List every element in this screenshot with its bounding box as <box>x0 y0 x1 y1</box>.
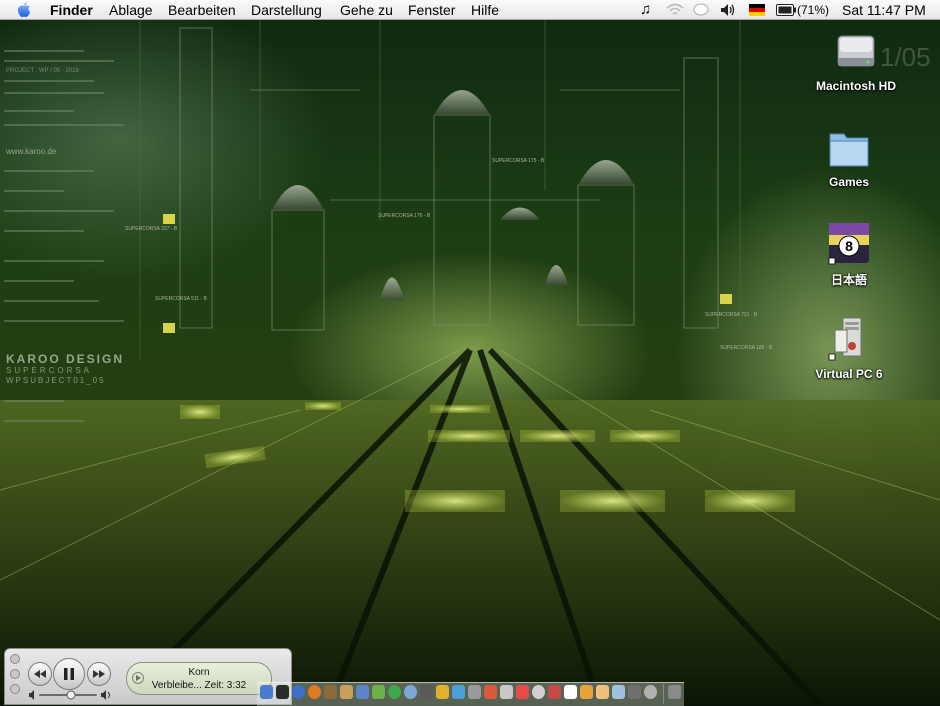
apple-menu-icon[interactable] <box>17 2 31 18</box>
document-icon[interactable] <box>564 685 577 699</box>
menu-ablage[interactable]: Ablage <box>109 1 153 19</box>
wallpaper-tag: SUPERCORSA 186 - B <box>720 345 773 351</box>
wallpaper-sub1: SUPERCORSA <box>6 366 93 375</box>
language-alias-icon: 8 <box>828 223 869 265</box>
menu-clock[interactable]: Sat 11:47 PM <box>842 1 926 19</box>
app-icon[interactable] <box>580 685 593 699</box>
dock <box>257 682 684 706</box>
skype-icon[interactable] <box>388 685 401 699</box>
wallpaper-project: PROJECT : WP / 05 - 2018 <box>6 68 79 74</box>
network-icon[interactable] <box>612 685 625 699</box>
hard-drive-icon <box>837 35 875 67</box>
textedit-icon[interactable] <box>500 685 513 699</box>
desktop-icon-label: Macintosh HD <box>815 79 896 93</box>
desktop-icon-label: Games <box>828 175 870 189</box>
wallpaper-brand: KAROO DESIGN <box>6 352 125 366</box>
menu-darstellung[interactable]: Darstellung <box>251 1 322 19</box>
desktop-icon-japanese[interactable]: 8 日本語 <box>794 220 904 288</box>
ichat-icon[interactable] <box>372 685 385 699</box>
iphoto-icon[interactable] <box>436 685 449 699</box>
safari-icon[interactable] <box>292 685 305 699</box>
itunes-icon[interactable] <box>404 685 417 699</box>
minimize-window-button[interactable] <box>10 669 20 679</box>
now-playing-status: Verbleibe... Zeit: 3:32 <box>151 680 247 691</box>
wallpaper-tag: SUPERCORSA 731 - B <box>705 312 758 318</box>
menu-bearbeiten[interactable]: Bearbeiten <box>168 1 236 19</box>
terminal-icon[interactable] <box>276 685 289 699</box>
app-icon[interactable] <box>596 685 609 699</box>
clock-icon[interactable] <box>532 685 545 699</box>
german-flag-icon[interactable] <box>749 4 765 16</box>
battery-percent: (71%) <box>797 3 830 17</box>
imovie-icon[interactable] <box>452 685 465 699</box>
virtual-pc-icon <box>828 317 862 361</box>
airport-icon[interactable] <box>665 3 685 17</box>
zoom-window-button[interactable] <box>10 684 20 694</box>
desktop-icon-label: Virtual PC 6 <box>815 367 883 381</box>
desktop-icon-macintosh-hd[interactable]: Macintosh HD <box>801 28 911 93</box>
wallpaper-tag: SUPERCORSA 227 - B <box>125 226 178 232</box>
app-icon[interactable] <box>644 685 657 699</box>
mail-icon[interactable] <box>356 685 369 699</box>
address-book-icon[interactable] <box>324 685 337 699</box>
menu-fenster[interactable]: Fenster <box>408 1 455 19</box>
folder-icon <box>829 133 869 167</box>
now-playing-artist: Korn <box>188 667 210 678</box>
utility-icon[interactable] <box>468 685 481 699</box>
wallpaper-url: www.karoo.de <box>6 147 57 156</box>
svg-text:8: 8 <box>845 238 853 254</box>
system-preferences-icon[interactable] <box>420 685 433 699</box>
now-playing-display: Korn Verbleibe... Zeit: 3:32 <box>126 662 272 695</box>
menu-finder[interactable]: Finder <box>50 1 93 19</box>
wallpaper-tag: SUPERCORSA 175 - B <box>492 158 545 164</box>
ical-icon[interactable] <box>516 685 529 699</box>
desktop-icon-label: 日本語 <box>830 273 867 287</box>
display-toggle-icon[interactable] <box>132 672 144 684</box>
menu-bar: Finder Ablage Bearbeiten Darstellung Geh… <box>0 0 940 20</box>
wallpaper-sub2: WPSUBJECT01_05 <box>6 376 106 385</box>
gimp-icon[interactable] <box>484 685 497 699</box>
battery-icon[interactable] <box>776 4 796 16</box>
volume-slider[interactable] <box>28 689 114 701</box>
desktop-icon-virtual-pc[interactable]: Virtual PC 6 <box>794 316 904 381</box>
menu-gehe-zu[interactable]: Gehe zu <box>340 1 393 19</box>
dock-divider <box>663 684 664 704</box>
itunes-mini-player: Korn Verbleibe... Zeit: 3:32 <box>4 648 292 705</box>
play-pause-button[interactable] <box>53 658 85 690</box>
desktop-icon-games[interactable]: Games <box>794 124 904 189</box>
rewind-icon <box>34 670 46 678</box>
previous-track-button[interactable] <box>28 662 52 686</box>
app-icon[interactable] <box>548 685 561 699</box>
menu-hilfe[interactable]: Hilfe <box>471 1 499 19</box>
trash-icon[interactable] <box>668 685 681 699</box>
firefox-icon[interactable] <box>308 685 321 699</box>
wallpaper-tag: SUPERCORSA 176 - B <box>378 213 431 219</box>
close-window-button[interactable] <box>10 654 20 664</box>
chat-status-icon[interactable] <box>693 3 709 17</box>
wallpaper-tag: SUPERCORSA 511 - B <box>155 296 207 302</box>
fast-forward-icon <box>93 670 105 678</box>
pause-icon <box>64 668 74 680</box>
preview-icon[interactable] <box>340 685 353 699</box>
finder-icon[interactable] <box>260 685 273 699</box>
itunes-note-icon[interactable]: ♫ <box>640 1 651 19</box>
app-icon[interactable] <box>628 685 641 699</box>
volume-icon[interactable] <box>720 3 736 17</box>
next-track-button[interactable] <box>87 662 111 686</box>
